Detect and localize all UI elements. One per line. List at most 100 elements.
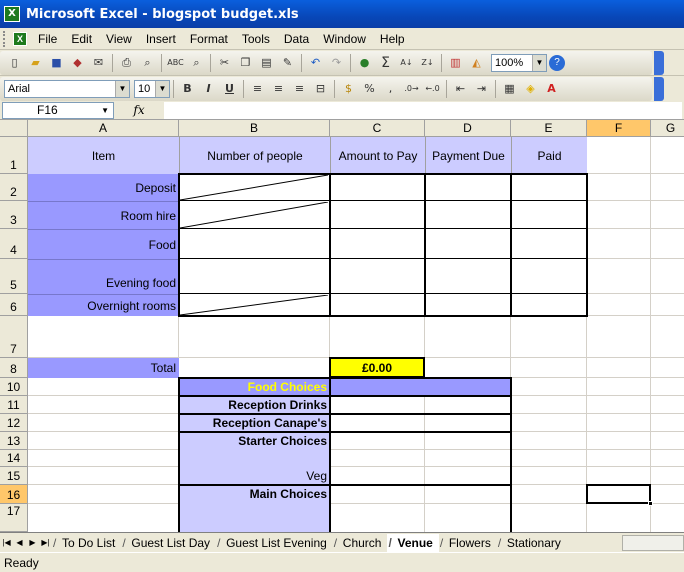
italic-button[interactable]: I (198, 78, 219, 99)
font-size-select[interactable]: 10 ▼ (134, 79, 170, 98)
tab-stationary[interactable]: Stationary (497, 534, 567, 552)
menu-view[interactable]: View (99, 32, 139, 46)
worksheet-grid[interactable]: A B C D E F G 1 2 3 4 5 6 7 8 10 11 12 1… (0, 120, 684, 532)
menu-edit[interactable]: Edit (64, 32, 99, 46)
cell-a2-deposit[interactable]: Deposit (28, 174, 179, 201)
row-header-16[interactable]: 16 (0, 485, 28, 504)
row-header-17[interactable]: 17 (0, 504, 28, 532)
cell-c1-header-amount[interactable]: Amount to Pay (330, 137, 425, 174)
previous-sheet-icon[interactable]: ◀ (13, 538, 26, 547)
name-box[interactable]: F16 ▼ (2, 101, 114, 119)
font-color-icon[interactable]: A (541, 78, 562, 99)
active-cell-f16[interactable] (586, 484, 653, 506)
cell-a4-food[interactable]: Food (28, 229, 179, 259)
row-header-4[interactable]: 4 (0, 229, 28, 259)
tab-to-do-list[interactable]: To Do List (52, 534, 121, 552)
cell-a6-overnight-rooms[interactable]: Overnight rooms (28, 294, 179, 316)
column-header-c[interactable]: C (330, 120, 425, 137)
row-header-12[interactable]: 12 (0, 414, 28, 432)
permission-icon[interactable]: ◆ (67, 52, 88, 73)
percent-button[interactable]: % (359, 78, 380, 99)
row-header-11[interactable]: 11 (0, 396, 28, 414)
row-header-1[interactable]: 1 (0, 137, 28, 174)
last-sheet-icon[interactable]: ▶| (39, 538, 52, 547)
row-header-3[interactable]: 3 (0, 201, 28, 229)
cell-a3-room-hire[interactable]: Room hire (28, 201, 179, 229)
currency-icon[interactable]: $ (338, 78, 359, 99)
column-header-g[interactable]: G (651, 120, 684, 137)
align-right-icon[interactable]: ≡ (289, 78, 310, 99)
menu-insert[interactable]: Insert (139, 32, 183, 46)
first-sheet-icon[interactable]: |◀ (0, 538, 13, 547)
cell-a5-evening-food[interactable]: Evening food (28, 259, 179, 294)
sort-ascending-icon[interactable]: A↓ (396, 52, 417, 73)
toolbar-options-icon[interactable] (654, 76, 664, 101)
help-icon[interactable]: ? (549, 54, 565, 71)
open-icon[interactable]: ▰ (25, 52, 46, 73)
align-left-icon[interactable]: ≡ (247, 78, 268, 99)
row-header-2[interactable]: 2 (0, 174, 28, 201)
decrease-indent-icon[interactable]: ⇤ (450, 78, 471, 99)
borders-icon[interactable]: ▦ (499, 78, 520, 99)
cell-a8-total-label[interactable]: Total (28, 358, 179, 378)
menu-help[interactable]: Help (373, 32, 412, 46)
autosum-icon[interactable]: Σ (375, 52, 396, 73)
cell-a1-header-item[interactable]: Item (28, 137, 179, 174)
column-header-d[interactable]: D (425, 120, 511, 137)
row-header-10[interactable]: 10 (0, 378, 28, 396)
horizontal-scrollbar[interactable] (622, 534, 684, 551)
menu-window[interactable]: Window (316, 32, 373, 46)
drawing-icon[interactable]: ◭ (466, 52, 487, 73)
row-header-6[interactable]: 6 (0, 294, 28, 316)
zoom-select[interactable]: 100% ▼ (491, 53, 547, 72)
chevron-down-icon[interactable]: ▼ (155, 80, 169, 97)
cell-e1-header-paid[interactable]: Paid (511, 137, 587, 174)
select-all-corner[interactable] (0, 120, 28, 137)
new-icon[interactable]: ▯ (4, 52, 25, 73)
column-header-b[interactable]: B (179, 120, 330, 137)
formula-input[interactable] (164, 101, 682, 119)
print-preview-icon[interactable]: ⌕ (137, 52, 158, 73)
fill-handle[interactable] (648, 501, 653, 506)
increase-indent-icon[interactable]: ⇥ (471, 78, 492, 99)
row-header-14[interactable]: 14 (0, 450, 28, 467)
excel-app-icon[interactable]: X (4, 6, 20, 22)
fill-color-icon[interactable]: ◈ (520, 78, 541, 99)
toolbar-options-icon[interactable] (654, 50, 664, 75)
tab-guest-list-evening[interactable]: Guest List Evening (216, 534, 333, 552)
format-painter-icon[interactable]: ✎ (277, 52, 298, 73)
chevron-down-icon[interactable]: ▼ (101, 103, 109, 118)
tab-church[interactable]: Church (333, 534, 388, 552)
copy-icon[interactable]: ❐ (235, 52, 256, 73)
hyperlink-icon[interactable]: ● (354, 52, 375, 73)
sort-descending-icon[interactable]: Z↓ (417, 52, 438, 73)
chevron-down-icon[interactable]: ▼ (532, 54, 546, 71)
cell-c8-total-value[interactable]: £0.00 (329, 357, 425, 378)
cut-icon[interactable]: ✂ (214, 52, 235, 73)
row-header-7[interactable]: 7 (0, 316, 28, 358)
row-header-15[interactable]: 15 (0, 467, 28, 485)
menu-grip-icon[interactable] (3, 30, 9, 47)
row-header-13[interactable]: 13 (0, 432, 28, 450)
chart-wizard-icon[interactable]: ▥ (445, 52, 466, 73)
column-header-a[interactable]: A (28, 120, 179, 137)
menu-tools[interactable]: Tools (235, 32, 277, 46)
chevron-down-icon[interactable]: ▼ (115, 80, 129, 97)
menu-format[interactable]: Format (183, 32, 235, 46)
column-header-e[interactable]: E (511, 120, 587, 137)
column-header-f[interactable]: F (587, 120, 651, 137)
bold-button[interactable]: B (177, 78, 198, 99)
menu-data[interactable]: Data (277, 32, 316, 46)
workbook-icon[interactable]: X (13, 31, 27, 46)
next-sheet-icon[interactable]: ▶ (26, 538, 39, 547)
undo-icon[interactable]: ↶ (305, 52, 326, 73)
menu-file[interactable]: File (31, 32, 64, 46)
underline-button[interactable]: U (219, 78, 240, 99)
increase-decimal-icon[interactable]: .0→ (401, 78, 422, 99)
comma-button[interactable]: , (380, 78, 401, 99)
cell-d1-header-due[interactable]: Payment Due (425, 137, 511, 174)
decrease-decimal-icon[interactable]: ←.0 (422, 78, 443, 99)
font-select[interactable]: Arial ▼ (4, 79, 130, 98)
merge-center-icon[interactable]: ⊟ (310, 78, 331, 99)
print-icon[interactable]: ⎙ (116, 52, 137, 73)
